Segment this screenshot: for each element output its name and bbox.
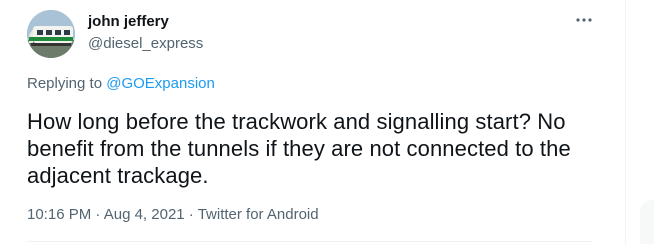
sidebar-panel-edge — [640, 200, 654, 244]
tweet[interactable]: john jeffery @diesel_express Replying to… — [0, 0, 608, 244]
more-horizontal-icon — [576, 18, 592, 22]
tweet-metadata: 10:16 PM · Aug 4, 2021 · Twitter for And… — [27, 206, 319, 224]
avatar[interactable] — [27, 10, 75, 58]
tweet-text: How long before the trackwork and signal… — [27, 109, 571, 188]
replying-to-line: Replying to @GOExpansion — [27, 75, 215, 93]
tweet-divider — [27, 241, 592, 242]
meta-separator: · — [91, 206, 104, 223]
author-name[interactable]: john jeffery — [88, 13, 169, 31]
more-options-button[interactable] — [573, 12, 595, 28]
tweet-time-link[interactable]: 10:16 PM — [27, 206, 91, 223]
author-handle[interactable]: @diesel_express — [88, 35, 203, 53]
meta-separator: · — [184, 206, 198, 223]
train-avatar-image — [27, 10, 75, 58]
replying-to-mention-link[interactable]: @GOExpansion — [106, 75, 215, 92]
tweet-date-link[interactable]: Aug 4, 2021 — [104, 206, 185, 223]
tweet-source-link[interactable]: Twitter for Android — [198, 206, 319, 223]
replying-prefix: Replying to — [27, 75, 107, 92]
column-divider — [625, 0, 626, 244]
